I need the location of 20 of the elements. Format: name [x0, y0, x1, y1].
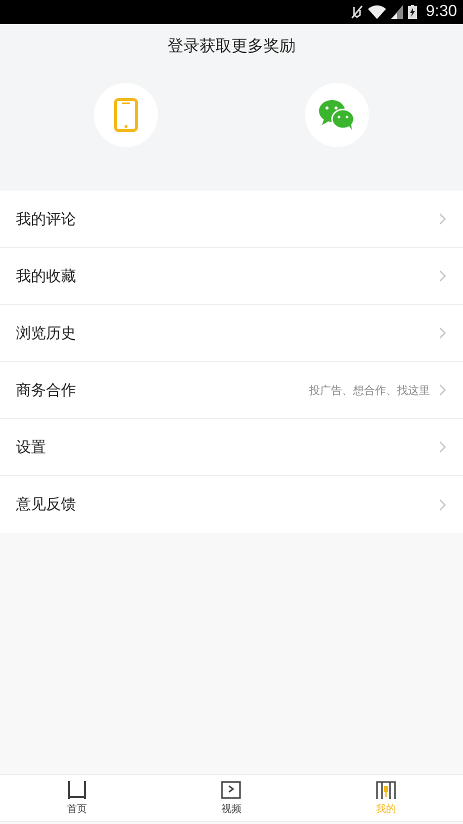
menu-hint: 投广告、想合作、找这里 — [309, 382, 430, 398]
signal-icon — [390, 5, 403, 19]
phone-icon — [114, 98, 138, 132]
mute-icon — [350, 5, 363, 19]
chevron-icon — [439, 384, 446, 396]
play-icon — [221, 780, 242, 798]
battery-icon — [408, 5, 417, 19]
chat-bubbles-icon — [318, 99, 356, 131]
status-time: 9:30 — [426, 3, 457, 21]
tab[interactable]: 首页 — [0, 775, 154, 821]
home-icon — [67, 780, 88, 798]
chevron-icon — [439, 327, 446, 339]
chevron-icon — [439, 498, 446, 510]
login-title: 登录获取更多奖励 — [168, 36, 296, 57]
chevron-icon — [439, 441, 446, 453]
wifi-icon — [368, 5, 386, 19]
chevron-icon — [439, 213, 446, 225]
chevron-icon — [439, 270, 446, 282]
profile-icon — [376, 780, 396, 798]
tab[interactable]: 视频 — [154, 775, 309, 821]
